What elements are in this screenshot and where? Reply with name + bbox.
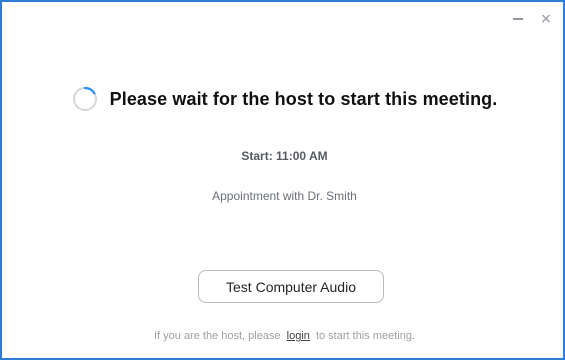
- meeting-start-time: Start: 11:00 AM: [241, 149, 328, 163]
- minimize-bar: [513, 18, 523, 20]
- meeting-topic: Appointment with Dr. Smith: [212, 189, 357, 203]
- waiting-room-window: × Please wait for the host to start this…: [0, 0, 565, 360]
- window-controls: ×: [511, 12, 553, 26]
- close-glyph: ×: [540, 11, 552, 27]
- close-icon[interactable]: ×: [539, 12, 553, 26]
- login-link[interactable]: login: [287, 330, 310, 342]
- host-note-prefix: If you are the host, please: [153, 330, 281, 342]
- test-computer-audio-button[interactable]: Test Computer Audio: [198, 270, 384, 303]
- loading-spinner-icon: [72, 86, 97, 111]
- waiting-message: Please wait for the host to start this m…: [2, 86, 565, 112]
- minimize-icon[interactable]: [511, 12, 525, 26]
- page-title: Please wait for the host to start this m…: [109, 88, 498, 109]
- host-login-note: If you are the host, please login to sta…: [2, 330, 565, 342]
- host-note-suffix: to start this meeting.: [315, 330, 415, 342]
